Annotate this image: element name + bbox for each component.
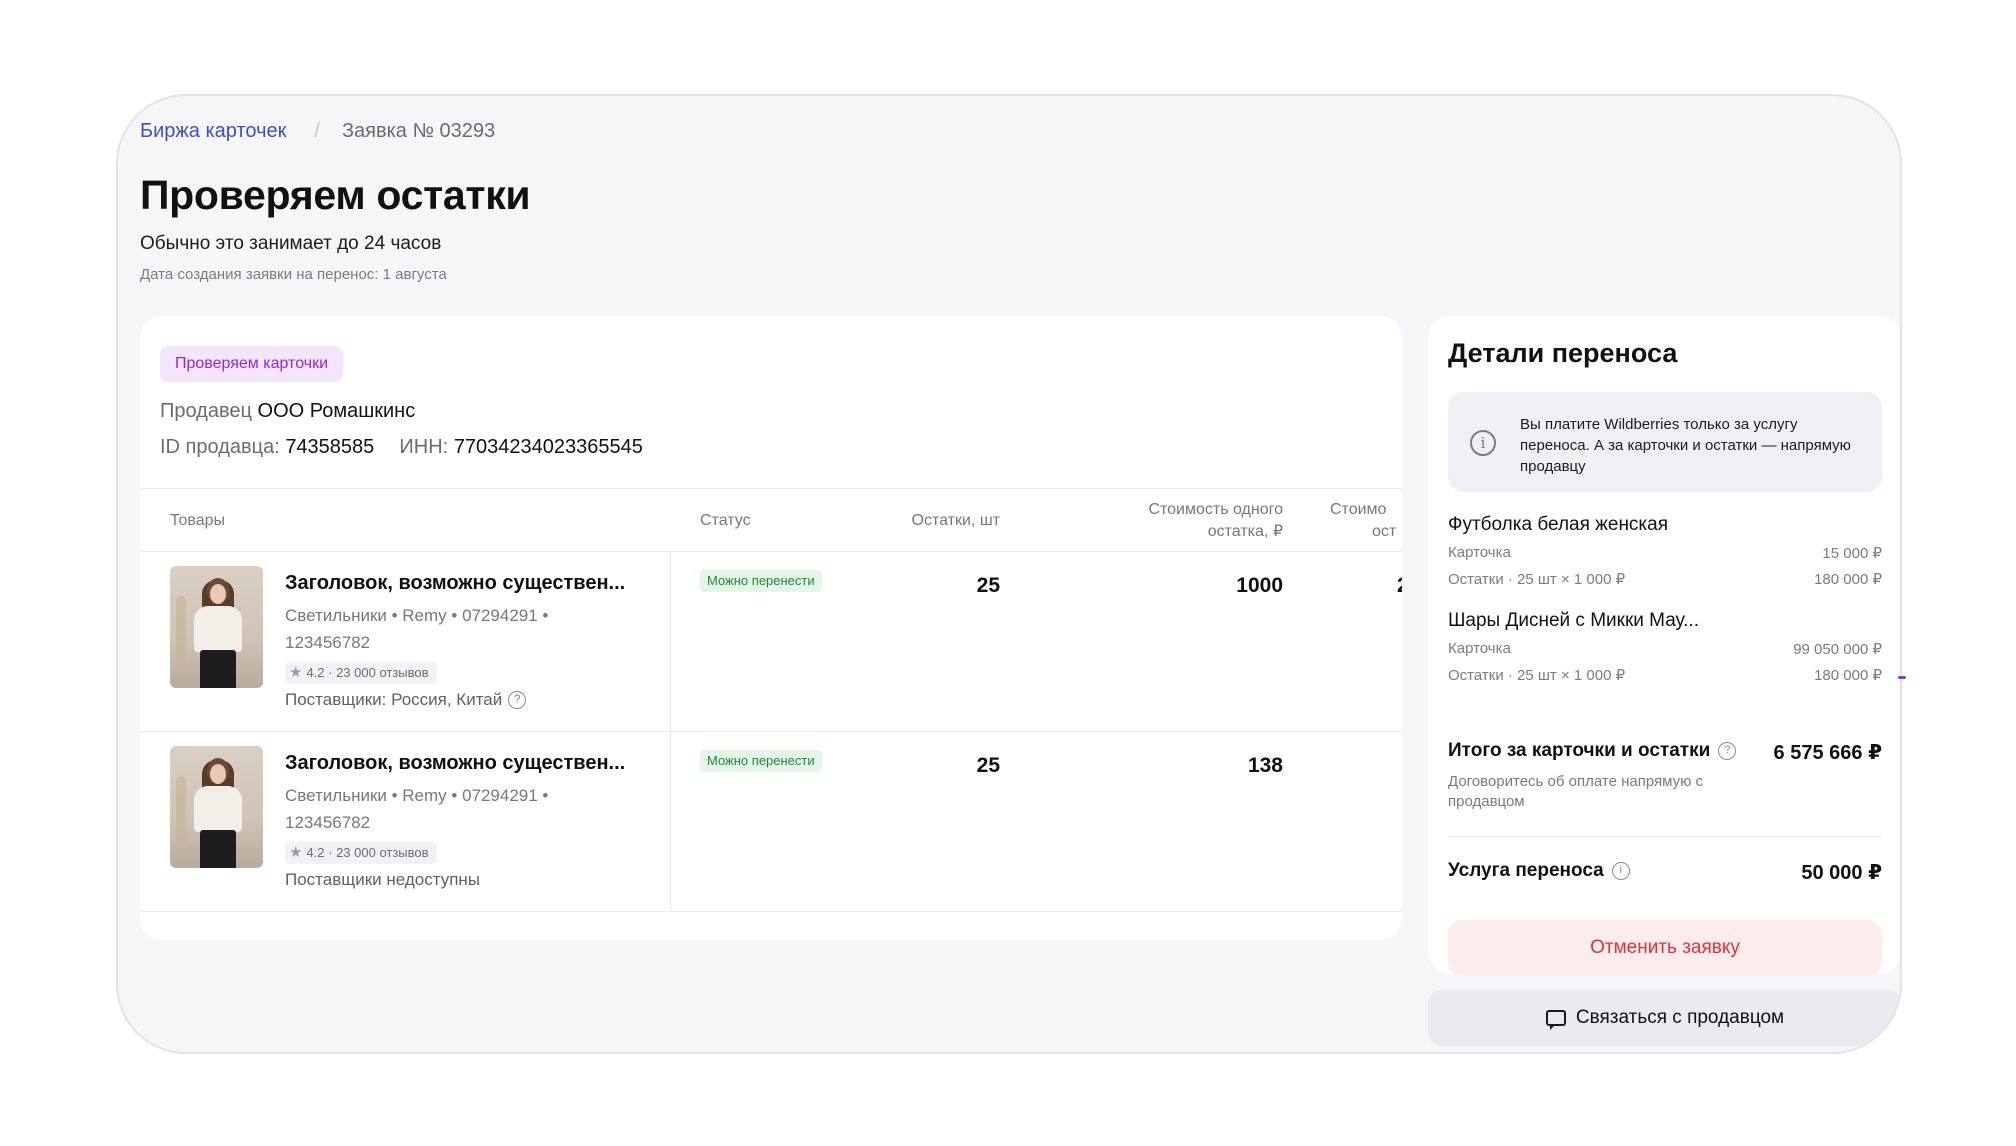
card-value: 99 050 000 ₽	[1793, 641, 1882, 658]
transfer-details-panel: Детали переноса i Вы платите Wildberries…	[1428, 316, 1900, 976]
table-row[interactable]: Заголовок, возможно существен... Светиль…	[140, 732, 1402, 912]
column-header-stock: Остатки, шт	[911, 512, 1000, 529]
card-value: 15 000 ₽	[1822, 545, 1882, 562]
product-title[interactable]: Заголовок, возможно существен...	[285, 572, 625, 595]
product-rating: ★ 4.2 · 23 000 отзывов	[285, 842, 437, 864]
info-icon: i	[1470, 430, 1496, 456]
product-title[interactable]: Заголовок, возможно существен...	[285, 752, 625, 775]
column-header-total-line1: Стоимо	[1330, 501, 1387, 518]
product-suppliers: Поставщики недоступны	[285, 870, 480, 890]
contact-seller-label: Связаться с продавцом	[1575, 1007, 1785, 1028]
star-icon: ★	[289, 664, 303, 681]
total-cost-value: 2	[1397, 574, 1402, 598]
question-icon[interactable]: ?	[508, 691, 527, 709]
column-header-total: Стоимо ост	[1330, 499, 1402, 543]
page-subtitle: Обычно это занимает до 24 часов	[140, 233, 442, 254]
fee-label-text: Услуга переноса	[1448, 860, 1604, 881]
detail-item-name: Шары Дисней с Микки Мау...	[1448, 610, 1699, 631]
product-image[interactable]	[170, 566, 263, 688]
product-rating: ★ 4.2 · 23 000 отзывов	[285, 662, 437, 684]
contact-seller-button[interactable]: Связаться с продавцом	[1428, 990, 1900, 1046]
breadcrumb-current: Заявка № 03293	[341, 120, 496, 142]
table-row[interactable]: Заголовок, возможно существен... Светиль…	[140, 552, 1402, 732]
inn-value: 77034234023365545	[453, 436, 643, 458]
detail-item-card-row: Карточка 99 050 000 ₽	[1448, 640, 1882, 658]
rating-text: 4.2 · 23 000 отзывов	[306, 845, 429, 860]
question-icon[interactable]: ?	[1718, 742, 1737, 760]
page-title: Проверяем остатки	[140, 172, 531, 218]
column-header-total-line2: ост	[1372, 523, 1397, 540]
info-text: Вы платите Wildberries только за услугу …	[1520, 416, 1851, 475]
unit-cost-value: 138	[1247, 754, 1283, 777]
detail-item-name: Футболка белая женская	[1448, 514, 1669, 535]
column-header-unit-cost-line1: Стоимость одного	[1148, 501, 1283, 518]
column-header-unit-cost-line2: остатка, ₽	[1207, 523, 1283, 540]
suppliers-text: Поставщики недоступны	[285, 870, 481, 889]
card-label: Карточка	[1448, 544, 1511, 561]
chat-icon	[1545, 1010, 1566, 1030]
status-badge: Можно перенести	[700, 750, 822, 772]
seller-label: Продавец	[160, 400, 252, 422]
unit-cost-value: 1000	[1236, 574, 1283, 597]
breadcrumb-separator: /	[314, 120, 320, 142]
rating-text: 4.2 · 23 000 отзывов	[306, 665, 429, 680]
card-label: Карточка	[1448, 640, 1511, 657]
total-value: 6 575 666 ₽	[1773, 742, 1882, 764]
table-header: Товары Статус Остатки, шт Стоимость одно…	[140, 488, 1402, 552]
suppliers-text: Поставщики: Россия, Китай	[285, 690, 503, 709]
details-title: Детали переноса	[1448, 338, 1678, 368]
breadcrumb: Биржа карточек / Заявка № 03293	[140, 120, 495, 143]
product-image[interactable]	[170, 746, 263, 868]
stock-value: 25	[976, 754, 1000, 777]
divider	[1448, 836, 1882, 837]
seller-ids: ID продавца: 74358585 ИНН: 7703423402336…	[160, 436, 643, 459]
stock-value: 25	[976, 574, 1000, 597]
seller-info: Продавец ООО Ромашкинс	[160, 400, 415, 423]
column-header-goods: Товары	[170, 512, 226, 529]
detail-item-stock-row: Остатки · 25 шт × 1 000 ₽ 180 000 ₽	[1448, 570, 1882, 588]
app-frame: Биржа карточек / Заявка № 03293 Проверяе…	[116, 94, 1902, 1054]
stock-label: Остатки · 25 шт × 1 000 ₽	[1448, 667, 1626, 684]
products-table: Товары Статус Остатки, шт Стоимость одно…	[140, 488, 1402, 912]
seller-id-label: ID продавца:	[160, 436, 280, 458]
transfer-card: Проверяем карточки Продавец ООО Ромашкин…	[140, 316, 1402, 940]
seller-id-value: 74358585	[285, 436, 375, 458]
stock-label: Остатки · 25 шт × 1 000 ₽	[1448, 571, 1626, 588]
creation-date: Дата создания заявки на перенос: 1 авгус…	[140, 266, 447, 283]
info-icon[interactable]: i	[1611, 862, 1630, 880]
seller-name: ООО Ромашкинс	[257, 400, 416, 422]
fee-label: Услуга переноса i	[1448, 860, 1630, 882]
total-label-text: Итого за карточки и остатки	[1448, 740, 1711, 761]
inn-label: ИНН:	[399, 436, 449, 458]
product-suppliers: Поставщики: Россия, Китай ?	[285, 690, 527, 710]
detail-item-stock-row: Остатки · 25 шт × 1 000 ₽ 180 000 ₽	[1448, 666, 1882, 684]
star-icon: ★	[289, 844, 303, 861]
total-note: Договоритесь об оплате напрямую с продав…	[1448, 773, 1704, 810]
product-meta: Светильники • Remy • 07294291 • 12345678…	[285, 786, 549, 832]
info-notice: i Вы платите Wildberries только за услуг…	[1448, 392, 1882, 492]
stock-value: 180 000 ₽	[1814, 571, 1882, 588]
breadcrumb-link-exchange[interactable]: Биржа карточек	[140, 120, 286, 143]
column-header-status: Статус	[700, 512, 751, 529]
column-header-unit-cost: Стоимость одного остатка, ₽	[1040, 499, 1283, 543]
fee-value: 50 000 ₽	[1801, 862, 1882, 884]
product-meta: Светильники • Remy • 07294291 • 12345678…	[285, 606, 549, 652]
cancel-request-button[interactable]: Отменить заявку	[1448, 920, 1882, 976]
detail-item-card-row: Карточка 15 000 ₽	[1448, 544, 1882, 562]
status-chip: Проверяем карточки	[160, 346, 344, 382]
status-badge: Можно перенести	[700, 570, 822, 592]
total-label: Итого за карточки и остатки ?	[1448, 740, 1737, 762]
scroll-indicator	[1898, 676, 1906, 679]
stock-value: 180 000 ₽	[1814, 667, 1882, 684]
